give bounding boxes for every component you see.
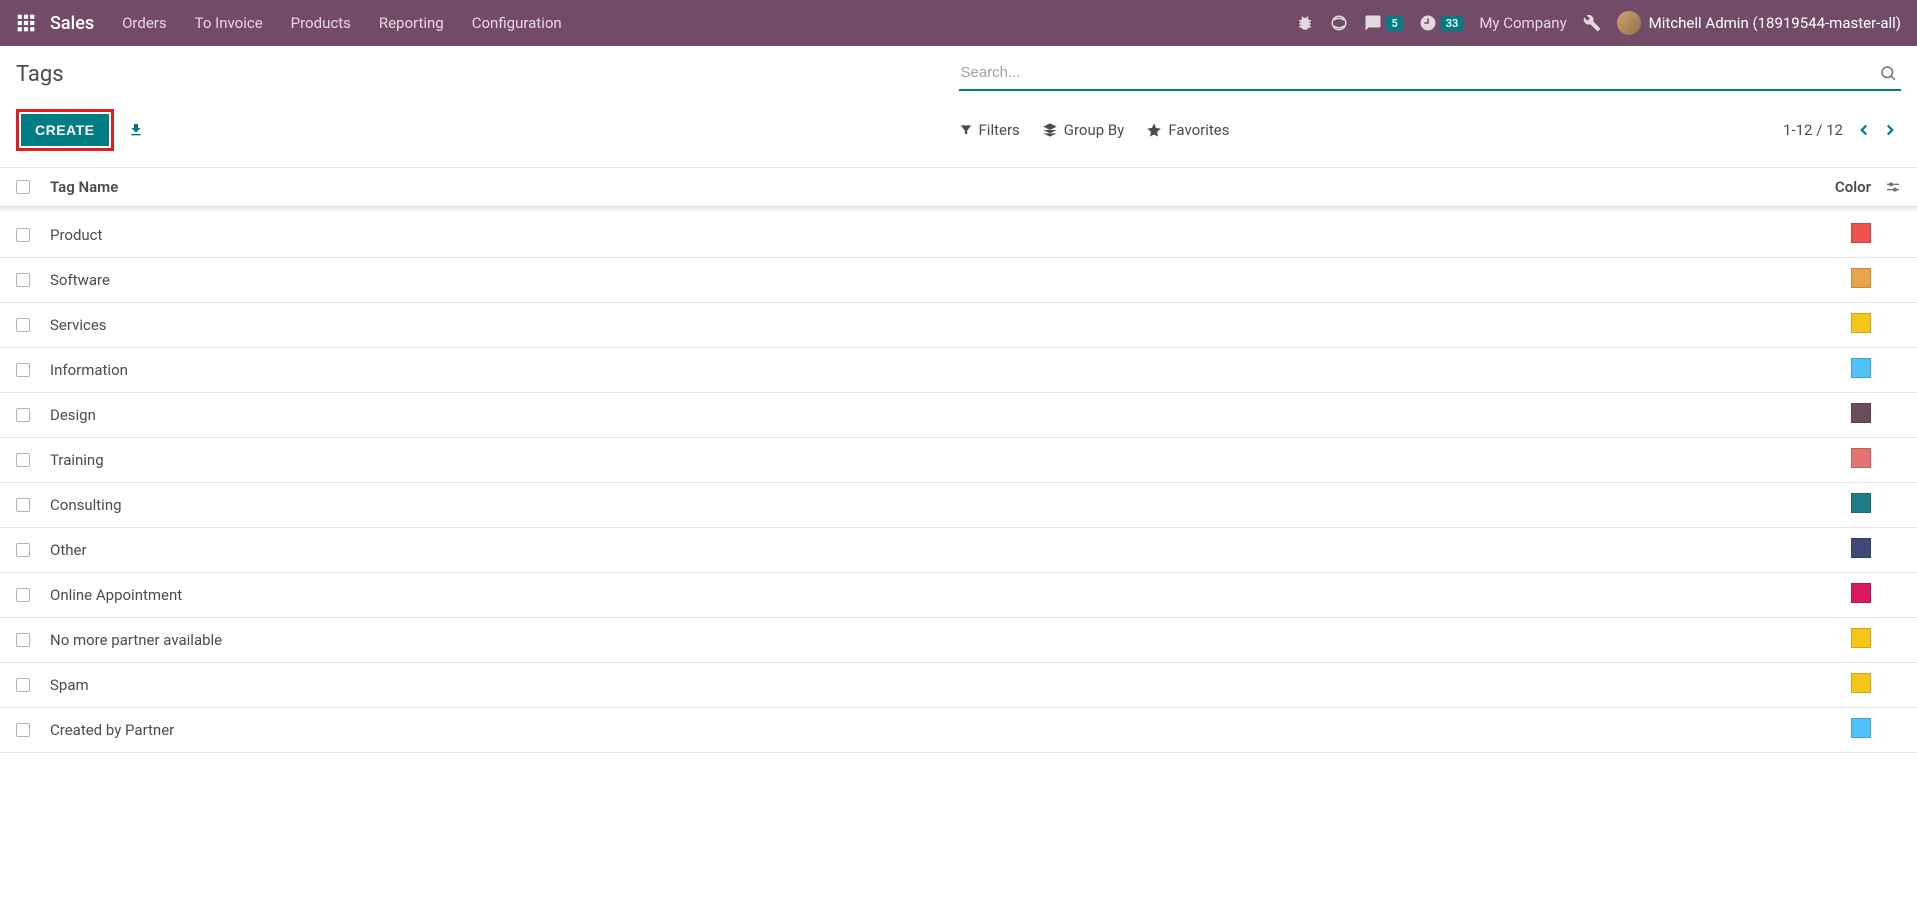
pager: 1-12 / 12: [1783, 119, 1901, 141]
pager-prev-icon[interactable]: [1853, 119, 1875, 141]
color-swatch[interactable]: [1851, 493, 1871, 513]
activity-badge: 33: [1441, 16, 1464, 31]
color-swatch[interactable]: [1851, 628, 1871, 648]
row-name: Services: [50, 316, 1851, 334]
avatar: [1617, 11, 1641, 35]
row-checkbox[interactable]: [16, 273, 30, 287]
row-name: Spam: [50, 676, 1851, 694]
row-checkbox[interactable]: [16, 723, 30, 737]
create-button[interactable]: CREATE: [21, 114, 109, 146]
menu-configuration[interactable]: Configuration: [472, 14, 562, 32]
list-view: Tag Name Color Product Software Services In…: [0, 167, 1917, 753]
color-swatch[interactable]: [1851, 358, 1871, 378]
groupby-menu[interactable]: Group By: [1042, 121, 1125, 139]
username-label: Mitchell Admin (18919544-master-all): [1649, 14, 1901, 32]
row-name: No more partner available: [50, 631, 1851, 649]
tools-icon[interactable]: [1583, 14, 1601, 32]
row-checkbox[interactable]: [16, 633, 30, 647]
row-checkbox[interactable]: [16, 498, 30, 512]
favorites-label: Favorites: [1168, 121, 1229, 139]
row-checkbox[interactable]: [16, 318, 30, 332]
page-title: Tags: [16, 58, 959, 87]
table-row[interactable]: Information: [0, 348, 1917, 393]
menu-products[interactable]: Products: [291, 14, 351, 32]
row-name: Consulting: [50, 496, 1851, 514]
create-highlight: CREATE: [16, 109, 114, 151]
row-checkbox[interactable]: [16, 543, 30, 557]
table-row[interactable]: Other: [0, 528, 1917, 573]
activity-menu[interactable]: 33: [1419, 14, 1464, 32]
menu-reporting[interactable]: Reporting: [379, 14, 444, 32]
row-checkbox[interactable]: [16, 678, 30, 692]
import-icon[interactable]: [128, 122, 144, 138]
row-name: Online Appointment: [50, 586, 1851, 604]
systray: 5 33 My Company Mitchell Admin (18919544…: [1296, 11, 1901, 35]
row-name: Created by Partner: [50, 721, 1851, 739]
color-swatch[interactable]: [1851, 403, 1871, 423]
messaging-menu[interactable]: 5: [1364, 14, 1402, 32]
search-input[interactable]: [959, 58, 1876, 87]
table-row[interactable]: Design: [0, 393, 1917, 438]
row-checkbox[interactable]: [16, 588, 30, 602]
favorites-menu[interactable]: Favorites: [1146, 121, 1229, 139]
search-options: Filters Group By Favorites: [959, 121, 1230, 139]
select-all-checkbox[interactable]: [16, 180, 30, 194]
groupby-label: Group By: [1064, 121, 1125, 139]
row-name: Product: [50, 226, 1851, 244]
color-swatch[interactable]: [1851, 448, 1871, 468]
search-bar: [959, 58, 1902, 91]
row-checkbox[interactable]: [16, 408, 30, 422]
navbar: Sales Orders To Invoice Products Reporti…: [0, 0, 1917, 46]
app-brand[interactable]: Sales: [50, 13, 94, 34]
row-checkbox[interactable]: [16, 363, 30, 377]
table-row[interactable]: No more partner available: [0, 618, 1917, 663]
table-row[interactable]: Spam: [0, 663, 1917, 708]
row-name: Other: [50, 541, 1851, 559]
table-row[interactable]: Online Appointment: [0, 573, 1917, 618]
color-swatch[interactable]: [1851, 673, 1871, 693]
color-swatch[interactable]: [1851, 538, 1871, 558]
support-icon[interactable]: [1330, 14, 1348, 32]
table-row[interactable]: Created by Partner: [0, 708, 1917, 753]
debug-icon[interactable]: [1296, 14, 1314, 32]
menu-orders[interactable]: Orders: [122, 14, 167, 32]
table-row[interactable]: Consulting: [0, 483, 1917, 528]
search-icon[interactable]: [1875, 60, 1901, 86]
optional-columns-icon[interactable]: [1885, 179, 1901, 195]
row-checkbox[interactable]: [16, 228, 30, 242]
menu-to-invoice[interactable]: To Invoice: [195, 14, 263, 32]
list-rows: Product Software Services Information Design…: [0, 213, 1917, 753]
column-color: Color: [1835, 178, 1871, 196]
list-header: Tag Name Color: [0, 168, 1917, 207]
table-row[interactable]: Services: [0, 303, 1917, 348]
user-menu[interactable]: Mitchell Admin (18919544-master-all): [1617, 11, 1901, 35]
row-name: Information: [50, 361, 1851, 379]
table-row[interactable]: Training: [0, 438, 1917, 483]
main-menu: Orders To Invoice Products Reporting Con…: [122, 14, 562, 32]
row-checkbox[interactable]: [16, 453, 30, 467]
filters-menu[interactable]: Filters: [959, 121, 1020, 139]
control-panel: Tags CREATE Filters: [0, 46, 1917, 165]
row-name: Design: [50, 406, 1851, 424]
color-swatch[interactable]: [1851, 268, 1871, 288]
color-swatch[interactable]: [1851, 313, 1871, 333]
row-name: Training: [50, 451, 1851, 469]
apps-icon[interactable]: [16, 13, 36, 33]
pager-next-icon[interactable]: [1879, 119, 1901, 141]
table-row[interactable]: Product: [0, 213, 1917, 258]
table-row[interactable]: Software: [0, 258, 1917, 303]
row-name: Software: [50, 271, 1851, 289]
column-tag-name[interactable]: Tag Name: [50, 178, 1835, 196]
pager-range[interactable]: 1-12 / 12: [1783, 121, 1843, 139]
filters-label: Filters: [979, 121, 1020, 139]
color-swatch[interactable]: [1851, 718, 1871, 738]
color-swatch[interactable]: [1851, 223, 1871, 243]
color-swatch[interactable]: [1851, 583, 1871, 603]
company-switcher[interactable]: My Company: [1479, 14, 1566, 32]
chat-badge: 5: [1386, 16, 1402, 31]
